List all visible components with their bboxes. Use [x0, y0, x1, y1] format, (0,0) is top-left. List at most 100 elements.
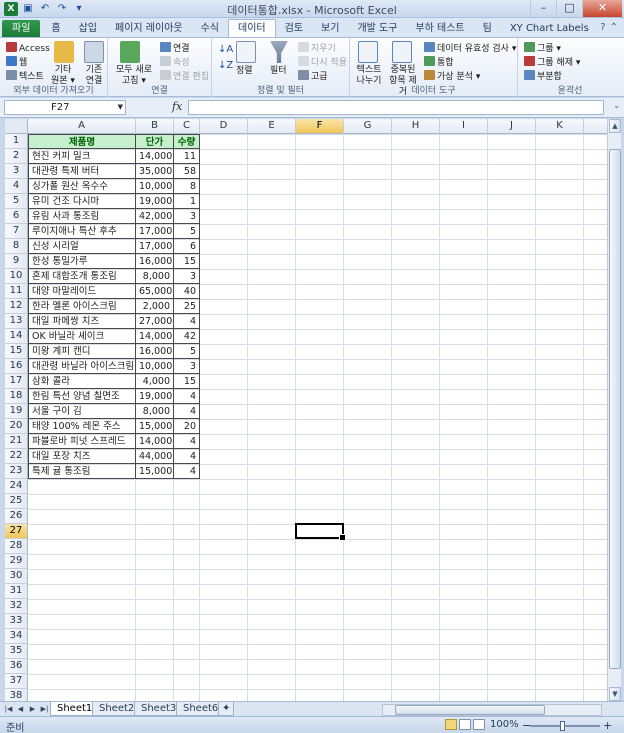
- zoom-slider-knob[interactable]: [560, 721, 565, 731]
- tab-3[interactable]: 페이지 레이아웃: [106, 20, 192, 37]
- table-cell[interactable]: 5: [174, 224, 200, 239]
- tab-0[interactable]: 파일: [2, 20, 41, 37]
- row-header[interactable]: 32: [5, 599, 28, 614]
- close-button[interactable]: ✕: [582, 0, 622, 17]
- table-cell[interactable]: 한라 멜론 아이스크림: [28, 299, 136, 314]
- table-cell[interactable]: 44,000: [136, 449, 174, 464]
- table-cell[interactable]: 20: [174, 419, 200, 434]
- consolidate-button[interactable]: 통합: [424, 56, 454, 69]
- row-header[interactable]: 8: [5, 239, 28, 254]
- scroll-up-icon[interactable]: ▲: [609, 119, 621, 133]
- column-header-h[interactable]: H: [392, 119, 440, 134]
- table-cell[interactable]: 25: [174, 299, 200, 314]
- table-cell[interactable]: 유림 사과 통조림: [28, 209, 136, 224]
- name-box[interactable]: F27 ▼: [4, 100, 126, 115]
- table-cell[interactable]: 한성 통밀가루: [28, 254, 136, 269]
- zoom-level[interactable]: 100%: [490, 719, 519, 730]
- table-cell[interactable]: 대관령 특제 버터: [28, 164, 136, 179]
- table-cell[interactable]: 17,000: [136, 224, 174, 239]
- subtotal-button[interactable]: 부분합: [524, 70, 562, 83]
- tab-8[interactable]: 개발 도구: [348, 20, 406, 37]
- table-cell[interactable]: 15,000: [136, 419, 174, 434]
- table-cell[interactable]: 혼제 대합조개 통조림: [28, 269, 136, 284]
- row-header[interactable]: 28: [5, 539, 28, 554]
- column-header-g[interactable]: G: [344, 119, 392, 134]
- table-cell[interactable]: 15,000: [136, 464, 174, 479]
- table-cell[interactable]: 현진 커피 밀크: [28, 149, 136, 164]
- table-cell[interactable]: 5: [174, 344, 200, 359]
- table-cell[interactable]: 삼화 콜라: [28, 374, 136, 389]
- table-cell[interactable]: 대양 마말레이드: [28, 284, 136, 299]
- table-cell[interactable]: 10,000: [136, 179, 174, 194]
- column-header-e[interactable]: E: [248, 119, 296, 134]
- maximize-button[interactable]: □: [556, 0, 582, 17]
- table-cell[interactable]: 17,000: [136, 239, 174, 254]
- table-cell[interactable]: 4: [174, 449, 200, 464]
- connections-button[interactable]: 연결: [160, 42, 190, 55]
- row-header[interactable]: 7: [5, 224, 28, 239]
- ribbon-minimize-icon[interactable]: ⌃: [610, 22, 618, 33]
- reapply-button[interactable]: 다시 적용: [298, 56, 347, 69]
- table-cell[interactable]: 대일 포장 치즈: [28, 449, 136, 464]
- scroll-down-icon[interactable]: ▼: [609, 687, 621, 701]
- advanced-button[interactable]: 고급: [298, 70, 328, 83]
- horizontal-scrollbar[interactable]: [382, 704, 602, 716]
- table-cell[interactable]: 3: [174, 269, 200, 284]
- row-header[interactable]: 15: [5, 344, 28, 359]
- tab-11[interactable]: XY Chart Labels: [501, 20, 598, 37]
- tab-2[interactable]: 삽입: [70, 20, 106, 37]
- row-header[interactable]: 25: [5, 494, 28, 509]
- table-cell[interactable]: 35,000: [136, 164, 174, 179]
- table-header-cell[interactable]: 제품명: [28, 134, 136, 149]
- table-cell[interactable]: 4,000: [136, 374, 174, 389]
- help-icon[interactable]: ?: [600, 22, 605, 33]
- table-cell[interactable]: 40: [174, 284, 200, 299]
- insert-function-icon[interactable]: fx: [172, 100, 182, 113]
- tab-7[interactable]: 보기: [312, 20, 348, 37]
- table-cell[interactable]: 10,000: [136, 359, 174, 374]
- row-header[interactable]: 36: [5, 659, 28, 674]
- formula-input[interactable]: [188, 100, 604, 115]
- table-cell[interactable]: 16,000: [136, 344, 174, 359]
- table-cell[interactable]: 태양 100% 레몬 주스: [28, 419, 136, 434]
- table-cell[interactable]: 유미 건조 다시마: [28, 194, 136, 209]
- table-cell[interactable]: 3: [174, 209, 200, 224]
- row-header[interactable]: 21: [5, 434, 28, 449]
- group-button[interactable]: 그룹 ▾: [524, 42, 561, 55]
- expand-formula-bar-icon[interactable]: ⌄: [613, 101, 620, 110]
- prev-sheet-icon[interactable]: ◀: [15, 703, 26, 715]
- tab-9[interactable]: 부하 테스트: [406, 20, 473, 37]
- table-cell[interactable]: 파블로바 피넛 스프레드: [28, 434, 136, 449]
- table-header-cell[interactable]: 수량: [174, 134, 200, 149]
- row-header[interactable]: 35: [5, 644, 28, 659]
- row-header[interactable]: 9: [5, 254, 28, 269]
- row-header[interactable]: 13: [5, 314, 28, 329]
- row-header[interactable]: 12: [5, 299, 28, 314]
- access-button[interactable]: Access: [6, 42, 50, 55]
- table-cell[interactable]: 8,000: [136, 269, 174, 284]
- tab-5[interactable]: 데이터: [228, 19, 276, 37]
- row-header[interactable]: 26: [5, 509, 28, 524]
- table-cell[interactable]: 16,000: [136, 254, 174, 269]
- row-header[interactable]: 17: [5, 374, 28, 389]
- column-header-a[interactable]: A: [28, 119, 136, 134]
- tab-10[interactable]: 팀: [474, 20, 501, 37]
- row-header[interactable]: 4: [5, 179, 28, 194]
- table-cell[interactable]: 8,000: [136, 404, 174, 419]
- row-header[interactable]: 20: [5, 419, 28, 434]
- table-cell[interactable]: OK 바닐라 셰이크: [28, 329, 136, 344]
- table-cell[interactable]: 4: [174, 434, 200, 449]
- tab-4[interactable]: 수식: [192, 20, 228, 37]
- zoom-slider[interactable]: [530, 721, 600, 731]
- last-sheet-icon[interactable]: ▶|: [39, 703, 50, 715]
- table-cell[interactable]: 14,000: [136, 434, 174, 449]
- table-cell[interactable]: 15: [174, 374, 200, 389]
- row-header[interactable]: 10: [5, 269, 28, 284]
- column-header-i[interactable]: I: [440, 119, 488, 134]
- table-cell[interactable]: 대관령 바닐라 아이스크림: [28, 359, 136, 374]
- row-header[interactable]: 2: [5, 149, 28, 164]
- properties-button[interactable]: 속성: [160, 56, 190, 69]
- sort-button[interactable]: 정렬: [236, 66, 253, 77]
- table-cell[interactable]: 4: [174, 464, 200, 479]
- active-cell-selection[interactable]: [295, 523, 346, 541]
